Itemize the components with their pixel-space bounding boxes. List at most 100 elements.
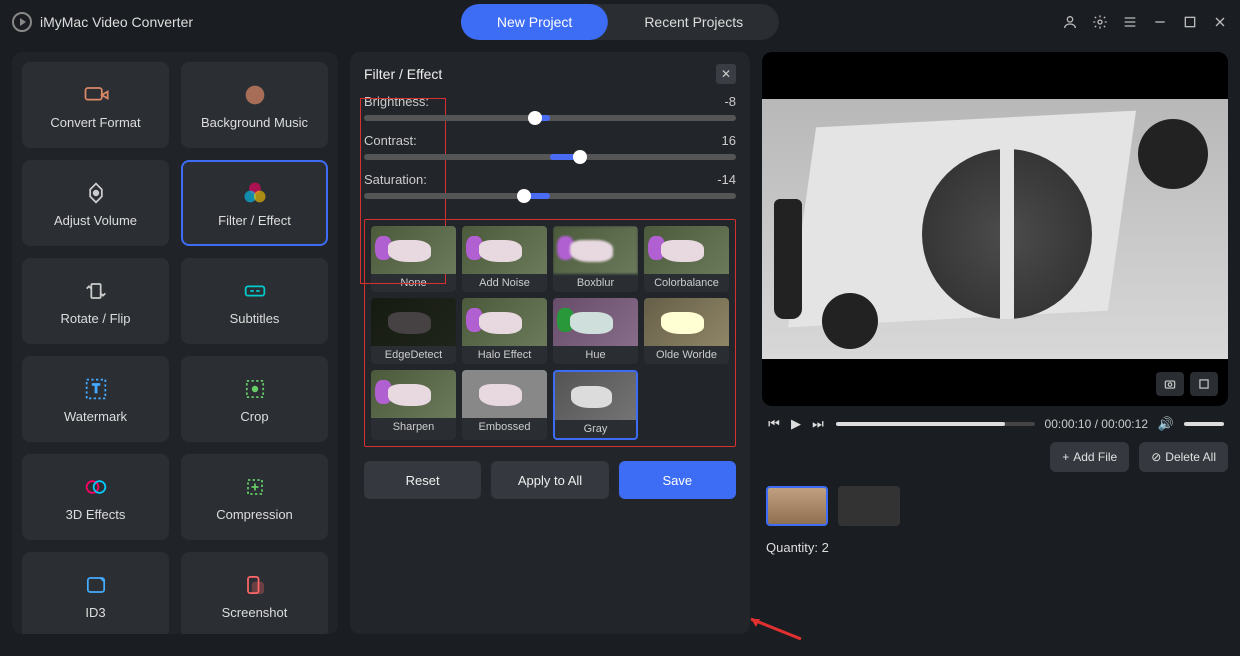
time-display: 00:00:10 / 00:00:12 — [1045, 417, 1148, 431]
convert-format-icon — [82, 81, 110, 109]
clip-thumbnail-1[interactable] — [766, 486, 828, 526]
sidebar-item-label: Watermark — [64, 409, 127, 424]
contrast-slider[interactable] — [364, 154, 736, 160]
user-icon[interactable] — [1062, 14, 1078, 30]
clips-row — [762, 482, 1228, 530]
filter-effect-icon — [241, 179, 269, 207]
next-icon[interactable]: ⏭ — [810, 416, 826, 432]
preview-image — [762, 99, 1228, 359]
watermark-icon: T — [82, 375, 110, 403]
brightness-slider-group: Brightness: -8 — [364, 94, 736, 121]
background-music-icon — [241, 81, 269, 109]
sidebar-item-convert-format[interactable]: Convert Format — [22, 62, 169, 148]
clip-thumbnail-2[interactable] — [838, 486, 900, 526]
tab-recent-projects[interactable]: Recent Projects — [608, 4, 779, 40]
brightness-label: Brightness: — [364, 94, 429, 109]
effect-none[interactable]: None — [371, 226, 456, 292]
effect-boxblur[interactable]: Boxblur — [553, 226, 638, 292]
titlebar: iMyMac Video Converter New Project Recen… — [0, 0, 1240, 44]
effect-embossed[interactable]: Embossed — [462, 370, 547, 440]
contrast-label: Contrast: — [364, 133, 417, 148]
id3-icon — [82, 571, 110, 599]
sidebar-item-label: Screenshot — [222, 605, 288, 620]
progress-slider[interactable] — [836, 422, 1035, 426]
effect-edgedetect[interactable]: EdgeDetect — [371, 298, 456, 364]
sidebar-item-crop[interactable]: Crop — [181, 356, 328, 442]
volume-slider[interactable] — [1184, 422, 1224, 426]
sidebar-item-label: Filter / Effect — [218, 213, 291, 228]
annotation-arrow-icon — [746, 614, 806, 647]
sidebar-item-label: ID3 — [85, 605, 105, 620]
adjust-volume-icon — [82, 179, 110, 207]
effect-colorbalance[interactable]: Colorbalance — [644, 226, 729, 292]
sidebar: Convert Format Background Music Adjust V… — [12, 52, 338, 634]
sidebar-item-subtitles[interactable]: Subtitles — [181, 258, 328, 344]
subtitles-icon — [241, 277, 269, 305]
sidebar-item-label: Subtitles — [230, 311, 280, 326]
effect-sharpen[interactable]: Sharpen — [371, 370, 456, 440]
sidebar-item-id3[interactable]: ID3 — [22, 552, 169, 634]
delete-all-button[interactable]: ⊘Delete All — [1139, 442, 1228, 472]
prev-icon[interactable]: ⏮ — [766, 416, 782, 432]
app-logo-icon — [12, 12, 32, 32]
3d-effects-icon — [82, 473, 110, 501]
sidebar-item-background-music[interactable]: Background Music — [181, 62, 328, 148]
minimize-icon[interactable] — [1152, 14, 1168, 30]
reset-button[interactable]: Reset — [364, 461, 481, 499]
sidebar-item-label: 3D Effects — [66, 507, 126, 522]
sidebar-item-label: Compression — [216, 507, 293, 522]
add-file-button[interactable]: +Add File — [1050, 442, 1129, 472]
saturation-label: Saturation: — [364, 172, 427, 187]
playback-bar: ⏮ ▶ ⏭ 00:00:10 / 00:00:12 🔊 — [762, 416, 1228, 432]
brightness-value: -8 — [724, 94, 736, 109]
play-icon[interactable]: ▶ — [788, 416, 804, 432]
volume-icon[interactable]: 🔊 — [1158, 416, 1174, 432]
screenshot-icon — [241, 571, 269, 599]
snapshot-icon[interactable] — [1156, 372, 1184, 396]
apply-to-all-button[interactable]: Apply to All — [491, 461, 608, 499]
gear-icon[interactable] — [1092, 14, 1108, 30]
sidebar-item-label: Rotate / Flip — [60, 311, 130, 326]
panel-title: Filter / Effect — [364, 66, 442, 82]
save-button[interactable]: Save — [619, 461, 736, 499]
filter-effect-panel: Filter / Effect ✕ Brightness: -8 Contras… — [350, 52, 750, 634]
sidebar-item-rotate-flip[interactable]: Rotate / Flip — [22, 258, 169, 344]
effect-gray[interactable]: Gray — [553, 370, 638, 440]
sidebar-item-label: Background Music — [201, 115, 308, 130]
sidebar-item-3d-effects[interactable]: 3D Effects — [22, 454, 169, 540]
maximize-icon[interactable] — [1182, 14, 1198, 30]
brightness-slider[interactable] — [364, 115, 736, 121]
compression-icon — [241, 473, 269, 501]
contrast-value: 16 — [722, 133, 736, 148]
project-tabs: New Project Recent Projects — [461, 4, 779, 40]
menu-icon[interactable] — [1122, 14, 1138, 30]
effect-add-noise[interactable]: Add Noise — [462, 226, 547, 292]
sidebar-item-adjust-volume[interactable]: Adjust Volume — [22, 160, 169, 246]
contrast-slider-group: Contrast: 16 — [364, 133, 736, 160]
effect-olde-worlde[interactable]: Olde Worlde — [644, 298, 729, 364]
crop-icon — [241, 375, 269, 403]
app-title: iMyMac Video Converter — [40, 14, 193, 30]
sidebar-item-screenshot[interactable]: Screenshot — [181, 552, 328, 634]
effect-hue[interactable]: Hue — [553, 298, 638, 364]
video-preview — [762, 52, 1228, 406]
tab-new-project[interactable]: New Project — [461, 4, 608, 40]
saturation-slider-group: Saturation: -14 — [364, 172, 736, 199]
svg-text:T: T — [92, 382, 99, 395]
saturation-value: -14 — [717, 172, 736, 187]
effects-grid: None Add Noise Boxblur Colorbalance Edge… — [364, 219, 736, 447]
saturation-slider[interactable] — [364, 193, 736, 199]
sidebar-item-label: Adjust Volume — [54, 213, 137, 228]
sidebar-item-filter-effect[interactable]: Filter / Effect — [181, 160, 328, 246]
preview-panel: ⏮ ▶ ⏭ 00:00:10 / 00:00:12 🔊 +Add File ⊘D… — [762, 52, 1228, 634]
effect-halo-effect[interactable]: Halo Effect — [462, 298, 547, 364]
close-icon[interactable] — [1212, 14, 1228, 30]
sidebar-item-compression[interactable]: Compression — [181, 454, 328, 540]
sidebar-item-label: Crop — [240, 409, 268, 424]
fullscreen-icon[interactable] — [1190, 372, 1218, 396]
quantity-display: Quantity: 2 — [762, 540, 1228, 555]
titlebar-right — [1062, 14, 1228, 30]
close-panel-button[interactable]: ✕ — [716, 64, 736, 84]
sidebar-item-watermark[interactable]: T Watermark — [22, 356, 169, 442]
rotate-flip-icon — [82, 277, 110, 305]
